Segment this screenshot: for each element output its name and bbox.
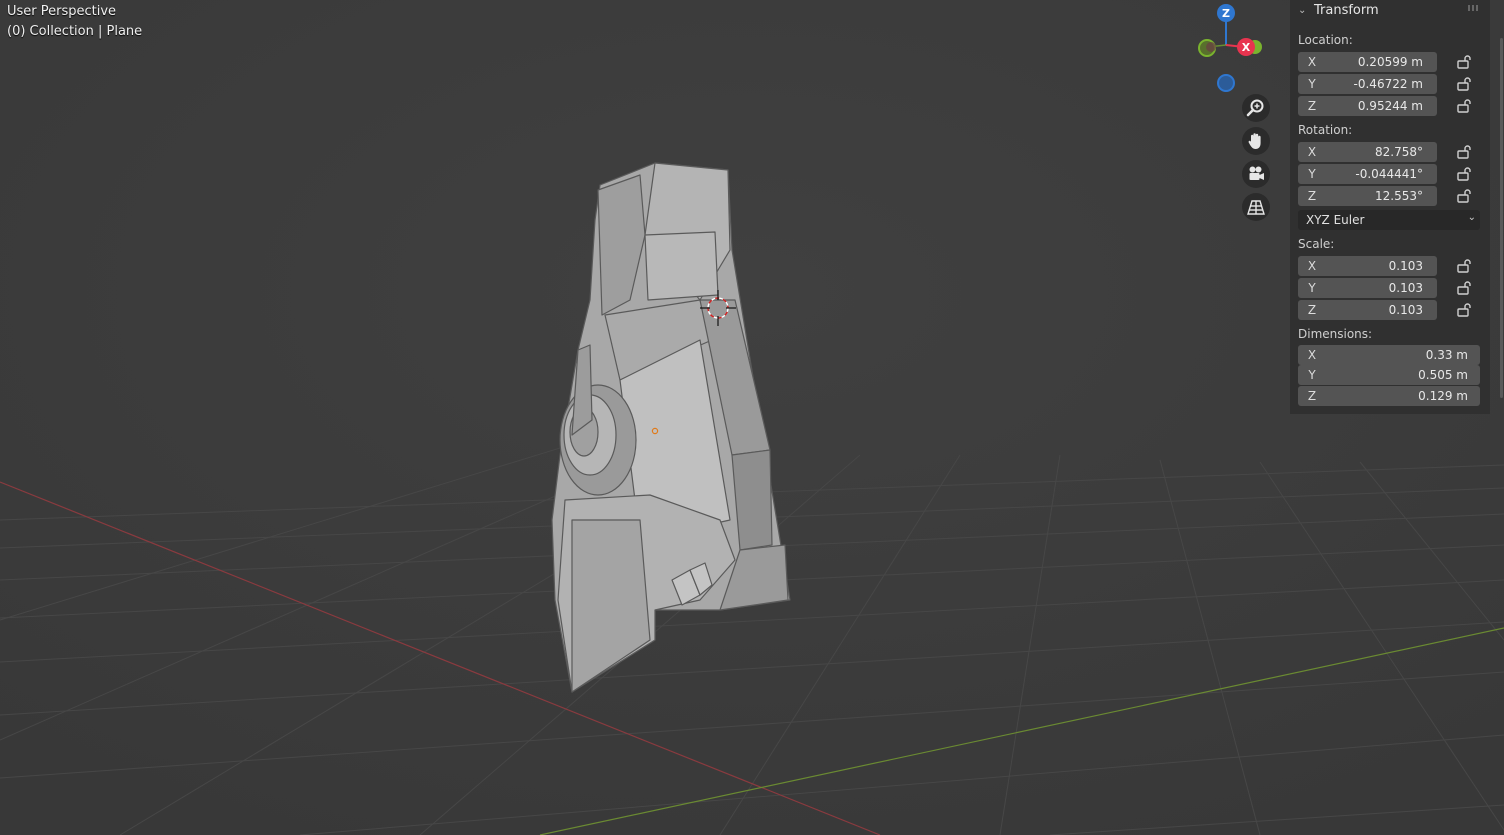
field-value: 0.103 <box>1388 259 1423 273</box>
axis-label: X <box>1307 259 1317 273</box>
scale-label: Scale: <box>1298 237 1335 251</box>
lock-open-icon[interactable] <box>1456 166 1472 182</box>
field-value: 0.505 m <box>1418 368 1468 382</box>
field-value: 12.553° <box>1375 189 1423 203</box>
axis-label: Y <box>1308 77 1316 91</box>
lock-open-icon[interactable] <box>1456 302 1472 318</box>
field-value: 0.129 m <box>1418 389 1468 403</box>
lock-open-icon[interactable] <box>1456 188 1472 204</box>
view-name-label: User Perspective <box>7 4 117 19</box>
lock-open-icon[interactable] <box>1456 258 1472 274</box>
axis-label: X <box>1307 55 1317 69</box>
rotation-x-field[interactable]: X 82.758° <box>1298 142 1437 162</box>
field-value: 0.20599 m <box>1357 55 1423 69</box>
zoom-icon[interactable] <box>1242 94 1270 122</box>
location-x-field[interactable]: X 0.20599 m <box>1298 52 1437 72</box>
gizmo-z-neg[interactable] <box>1217 74 1235 92</box>
lock-open-icon[interactable] <box>1456 54 1472 70</box>
axis-label: Z <box>1307 303 1317 317</box>
transform-panel-header[interactable]: ⌄ Transform <box>1290 0 1490 20</box>
field-value: 82.758° <box>1375 145 1423 159</box>
hand-pan-icon[interactable] <box>1242 127 1270 155</box>
rotation-mode-select[interactable]: XYZ Euler ⌄ <box>1298 210 1480 230</box>
dimensions-y-field[interactable]: Y 0.505 m <box>1298 365 1480 385</box>
field-value: -0.46722 m <box>1353 77 1423 91</box>
dimensions-label: Dimensions: <box>1298 327 1373 341</box>
lock-open-icon[interactable] <box>1456 144 1472 160</box>
chevron-down-icon: ⌄ <box>1467 212 1476 223</box>
navigation-gizmo[interactable]: X Z <box>1180 0 1270 100</box>
3d-viewport[interactable] <box>0 0 1504 835</box>
collection-object-label: (0) Collection | Plane <box>7 24 143 39</box>
rotation-label: Rotation: <box>1298 123 1353 137</box>
axis-label: Z <box>1307 189 1317 203</box>
axis-label: Y <box>1308 167 1316 181</box>
dimensions-x-field[interactable]: X 0.33 m <box>1298 345 1480 365</box>
gizmo-x-pos[interactable]: X <box>1237 38 1255 56</box>
field-value: 0.95244 m <box>1357 99 1423 113</box>
gizmo-z-pos[interactable]: Z <box>1217 4 1235 22</box>
dimensions-z-field[interactable]: Z 0.129 m <box>1298 386 1480 406</box>
lock-open-icon[interactable] <box>1456 98 1472 114</box>
chevron-down-icon: ⌄ <box>1298 4 1307 16</box>
panel-drag-handle[interactable] <box>1468 5 1480 11</box>
transform-title: Transform <box>1314 2 1379 18</box>
transform-panel: ⌄ Transform Location: X 0.20599 m Y -0.467… <box>1290 0 1490 414</box>
field-value: 0.33 m <box>1425 348 1468 362</box>
rotation-z-field[interactable]: Z 12.553° <box>1298 186 1437 206</box>
field-value: -0.044441° <box>1355 167 1423 181</box>
location-z-field[interactable]: Z 0.95244 m <box>1298 96 1437 116</box>
rotation-mode-value: XYZ Euler <box>1306 213 1365 227</box>
camera-icon[interactable] <box>1242 160 1270 188</box>
location-y-field[interactable]: Y -0.46722 m <box>1298 74 1437 94</box>
panel-scrollbar[interactable] <box>1500 38 1503 398</box>
scale-x-field[interactable]: X 0.103 <box>1298 256 1437 276</box>
axis-label: Y <box>1308 281 1316 295</box>
axis-label: X <box>1307 145 1317 159</box>
scale-z-field[interactable]: Z 0.103 <box>1298 300 1437 320</box>
lock-open-icon[interactable] <box>1456 280 1472 296</box>
axis-label: Z <box>1307 389 1317 403</box>
gizmo-x-neg[interactable] <box>1206 42 1216 52</box>
lock-open-icon[interactable] <box>1456 76 1472 92</box>
axis-label: Y <box>1308 368 1316 382</box>
location-label: Location: <box>1298 33 1353 47</box>
field-value: 0.103 <box>1388 281 1423 295</box>
axis-label: X <box>1307 348 1317 362</box>
field-value: 0.103 <box>1388 303 1423 317</box>
scale-y-field[interactable]: Y 0.103 <box>1298 278 1437 298</box>
axis-label: Z <box>1307 99 1317 113</box>
rotation-y-field[interactable]: Y -0.044441° <box>1298 164 1437 184</box>
grid-perspective-icon[interactable] <box>1242 193 1270 221</box>
